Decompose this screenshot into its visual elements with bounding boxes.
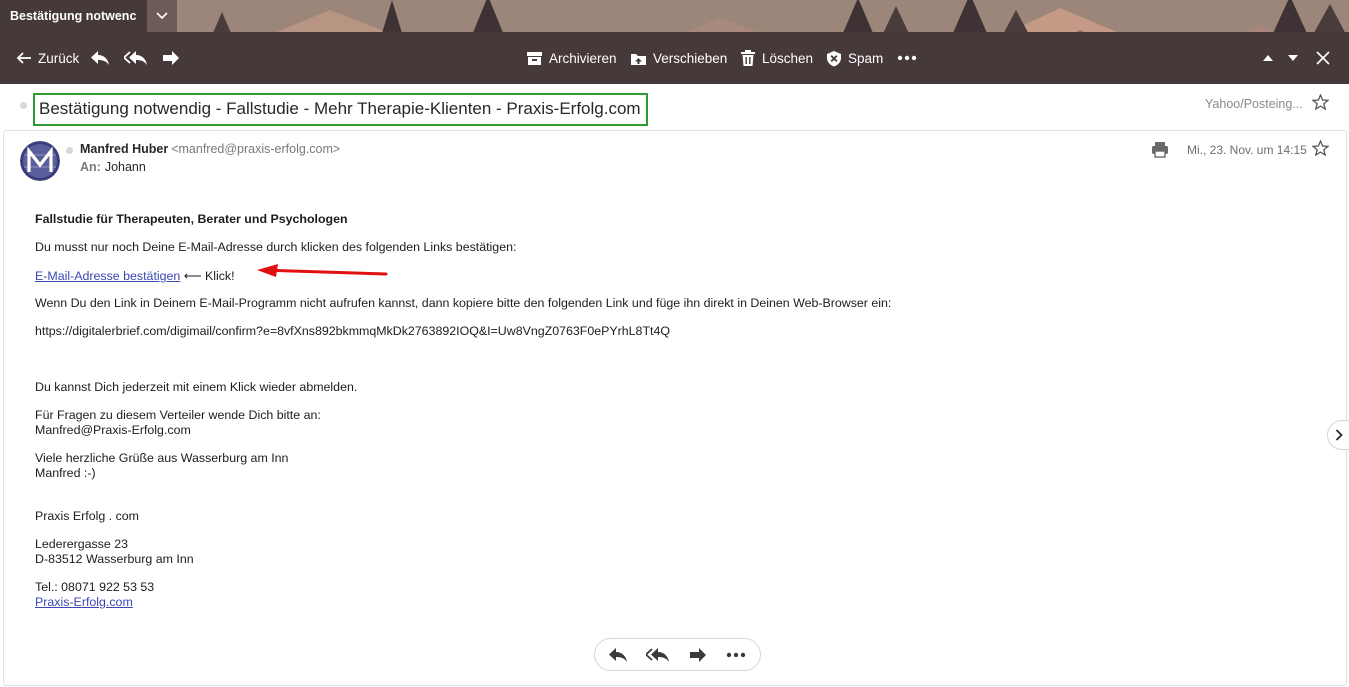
delete-button[interactable]: Löschen [740, 32, 813, 84]
reply-icon [91, 51, 109, 65]
triangle-up-icon [1263, 55, 1273, 61]
star-message-button[interactable] [1311, 139, 1330, 161]
click-hint: ⟵ Klick! [180, 269, 235, 283]
archive-button[interactable]: Archivieren [526, 32, 617, 84]
message-card: Manfred Huber <manfred@praxis-erfolg.com>… [3, 130, 1347, 686]
forward-icon [690, 647, 706, 662]
star-conversation-button[interactable] [1311, 93, 1330, 115]
reply-button[interactable] [90, 32, 110, 84]
more-actions-button-bottom[interactable] [719, 639, 753, 670]
tab-message[interactable]: Bestätigung notwenc [0, 0, 147, 32]
spam-label: Spam [848, 50, 884, 66]
body-unsubscribe: Du kannst Dich jederzeit mit einem Klick… [35, 380, 358, 394]
close-icon [1316, 51, 1330, 65]
body-heading: Fallstudie für Therapeuten, Berater und … [35, 212, 348, 226]
move-folder-icon [631, 54, 646, 65]
read-status-dot[interactable] [20, 102, 27, 109]
tab-strip: Bestätigung notwenc [0, 0, 177, 32]
forward-button-bottom[interactable] [681, 639, 715, 670]
star-icon [1311, 139, 1330, 157]
company-street: Lederergasse 23 [35, 537, 128, 551]
company-city: D-83512 Wasserburg am Inn [35, 552, 194, 566]
sender-logo-image [20, 141, 60, 181]
archive-icon [527, 51, 542, 65]
more-actions-button[interactable] [897, 32, 917, 84]
message-action-bar [594, 638, 761, 671]
website-line: Praxis-Erfolg.com [35, 595, 133, 609]
recipient-label: An: [80, 160, 101, 174]
body-questions: Für Fragen zu diesem Verteiler wende Dic… [35, 408, 321, 422]
star-icon [1311, 93, 1330, 111]
chevron-right-icon [1335, 429, 1343, 441]
archive-label: Archivieren [549, 50, 617, 66]
trash-icon [741, 50, 755, 66]
header-background: Bestätigung notwenc Zurück Archivieren V… [0, 0, 1349, 84]
previous-message-button[interactable] [1262, 32, 1274, 84]
reply-all-button-bottom[interactable] [641, 639, 675, 670]
subject-title: Bestätigung notwendig - Fallstudie - Meh… [33, 93, 648, 126]
forward-icon [163, 51, 179, 65]
company-name: Praxis Erfolg . com [35, 509, 139, 523]
subject-row: Bestätigung notwendig - Fallstudie - Meh… [0, 84, 1349, 130]
next-message-button[interactable] [1287, 32, 1299, 84]
delete-label: Löschen [762, 50, 814, 66]
back-button[interactable]: Zurück [16, 32, 79, 84]
body-fallback: Wenn Du den Link in Deinem E-Mail-Progra… [35, 296, 892, 310]
next-message-side-button[interactable] [1327, 420, 1349, 450]
body-signoff: Manfred :-) [35, 466, 96, 480]
contact-email: Manfred@Praxis-Erfolg.com [35, 423, 191, 437]
shield-icon [827, 50, 841, 66]
company-phone: Tel.: 08071 922 53 53 [35, 580, 155, 594]
confirm-url: https://digitalerbrief.com/digimail/conf… [35, 324, 670, 338]
printer-icon [1152, 142, 1168, 158]
tab-dropdown-button[interactable] [147, 0, 177, 32]
recipient-name[interactable]: Johann [105, 160, 146, 174]
body-greeting: Viele herzliche Grüße aus Wasserburg am … [35, 451, 289, 465]
website-link[interactable]: Praxis-Erfolg.com [35, 595, 133, 609]
spam-button[interactable]: Spam [826, 32, 883, 84]
chevron-down-icon [156, 12, 168, 20]
mail-app: Bestätigung notwenc Zurück Archivieren V… [0, 0, 1349, 687]
sender-email: <manfred@praxis-erfolg.com> [171, 142, 341, 156]
close-button[interactable] [1316, 32, 1330, 84]
body-intro: Du musst nur noch Deine E-Mail-Adresse d… [35, 240, 517, 254]
annotation-arrow-icon [257, 264, 388, 277]
tab-title: Bestätigung notwenc [10, 9, 137, 23]
confirm-line: E-Mail-Adresse bestätigen ⟵ Klick! [35, 268, 235, 283]
move-label: Verschieben [653, 50, 728, 66]
reply-all-button[interactable] [124, 32, 148, 84]
more-dots-icon [726, 652, 746, 657]
reply-icon [609, 647, 627, 662]
sender-name: Manfred Huber [80, 142, 169, 156]
folder-label[interactable]: Yahoo/Posteing... [1205, 97, 1303, 111]
more-dots-icon [897, 55, 917, 61]
forward-button[interactable] [162, 32, 180, 84]
avatar[interactable] [20, 141, 60, 181]
reply-all-icon [646, 647, 669, 662]
recipient-line: An: Johann [80, 160, 146, 174]
reply-all-icon [124, 51, 147, 65]
sender-line[interactable]: Manfred Huber <manfred@praxis-erfolg.com> [80, 142, 340, 156]
confirm-email-link[interactable]: E-Mail-Adresse bestätigen [35, 269, 180, 283]
move-button[interactable]: Verschieben [630, 32, 727, 84]
reply-button-bottom[interactable] [601, 639, 635, 670]
print-button[interactable] [1151, 141, 1169, 163]
arrow-left-icon [16, 52, 31, 64]
back-label: Zurück [38, 50, 80, 66]
triangle-down-icon [1288, 55, 1298, 61]
message-toolbar: Zurück Archivieren Verschieben Löschen S… [0, 32, 1349, 84]
presence-dot [66, 147, 73, 154]
message-date: Mi., 23. Nov. um 14:15 [1187, 143, 1307, 157]
